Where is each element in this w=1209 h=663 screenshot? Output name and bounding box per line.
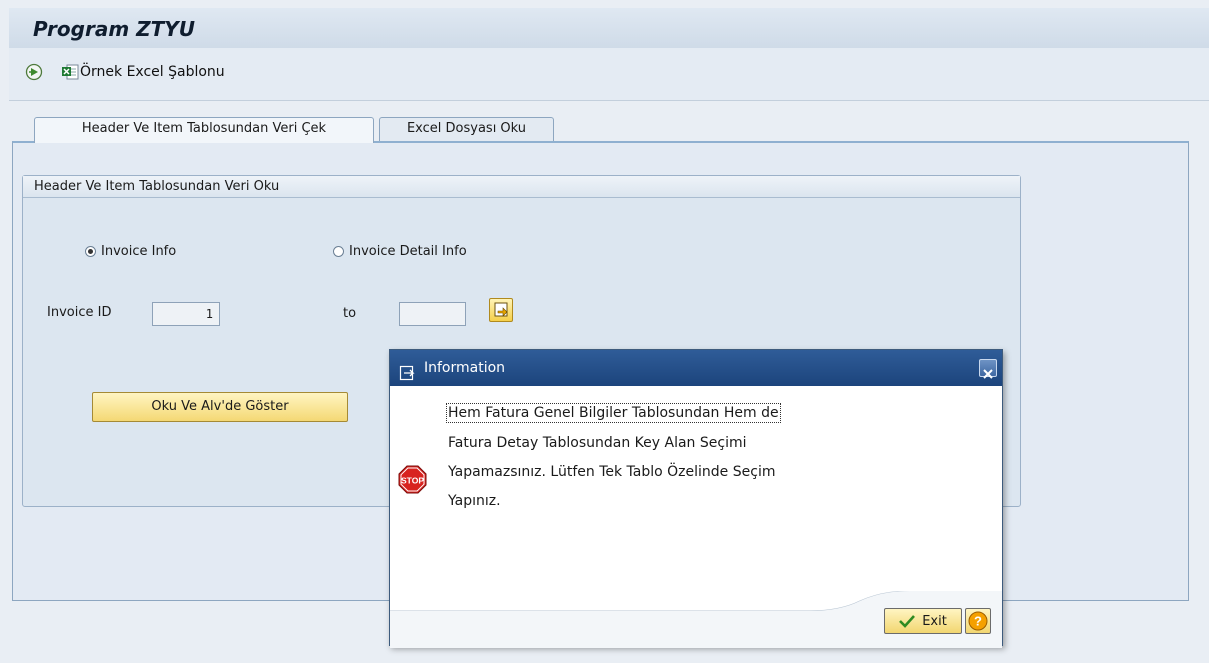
to-label: to — [343, 306, 357, 321]
svg-text:STOP: STOP — [401, 476, 424, 486]
read-and-show-alv-button[interactable]: Oku Ve Alv'de Göster — [92, 392, 348, 422]
radio-invoice-detail-info[interactable]: Invoice Detail Info — [333, 244, 467, 259]
svg-text:?: ? — [974, 614, 982, 629]
help-button[interactable]: ? — [965, 608, 991, 634]
radio-invoice-info-label: Invoice Info — [101, 244, 177, 259]
message-line-2: Fatura Detay Tablosundan Key Alan Seçimi — [448, 435, 747, 451]
application-toolbar: Örnek Excel Şablonu — [9, 48, 1209, 101]
title-bar: Program ZTYU — [9, 8, 1209, 49]
multiple-selection-icon — [494, 302, 508, 317]
message-line-3: Yapamazsınız. Lütfen Tek Tablo Özelinde … — [448, 464, 776, 480]
excel-template-button[interactable]: Örnek Excel Şablonu — [80, 64, 225, 80]
information-dialog: Information STOP Hem Fatura Genel Bilgil… — [389, 349, 1003, 648]
exit-label: Exit — [922, 613, 947, 629]
radio-invoice-info[interactable]: Invoice Info — [85, 244, 176, 259]
invoice-id-to-input[interactable] — [399, 302, 466, 326]
info-window-icon — [399, 359, 416, 381]
execute-icon[interactable] — [25, 63, 43, 81]
tab-header-item[interactable]: Header Ve Item Tablosundan Veri Çek — [34, 117, 374, 143]
group-title: Header Ve Item Tablosundan Veri Oku — [23, 176, 1020, 198]
invoice-id-from-input[interactable]: 1 — [152, 302, 220, 326]
radio-button-unselected[interactable] — [333, 246, 344, 257]
tab-excel-file[interactable]: Excel Dosyası Oku — [379, 117, 554, 141]
checkmark-icon — [899, 615, 916, 628]
message-line-1: Hem Fatura Genel Bilgiler Tablosundan He… — [446, 403, 781, 423]
help-icon: ? — [968, 611, 988, 631]
stop-icon: STOP — [398, 465, 427, 494]
radio-button-selected[interactable] — [85, 246, 96, 257]
dialog-title: Information — [424, 360, 506, 376]
close-icon[interactable] — [979, 359, 997, 379]
message-line-4: Yapınız. — [448, 493, 501, 509]
radio-invoice-detail-label: Invoice Detail Info — [349, 244, 467, 259]
dialog-title-bar[interactable]: Information — [390, 350, 1002, 386]
multiple-selection-button[interactable] — [489, 298, 513, 322]
exit-button[interactable]: Exit — [884, 608, 962, 634]
excel-icon[interactable] — [60, 62, 80, 82]
invoice-id-label: Invoice ID — [47, 305, 112, 320]
dialog-body: STOP Hem Fatura Genel Bilgiler Tablosund… — [390, 386, 1002, 648]
program-title: Program ZTYU — [33, 17, 195, 41]
